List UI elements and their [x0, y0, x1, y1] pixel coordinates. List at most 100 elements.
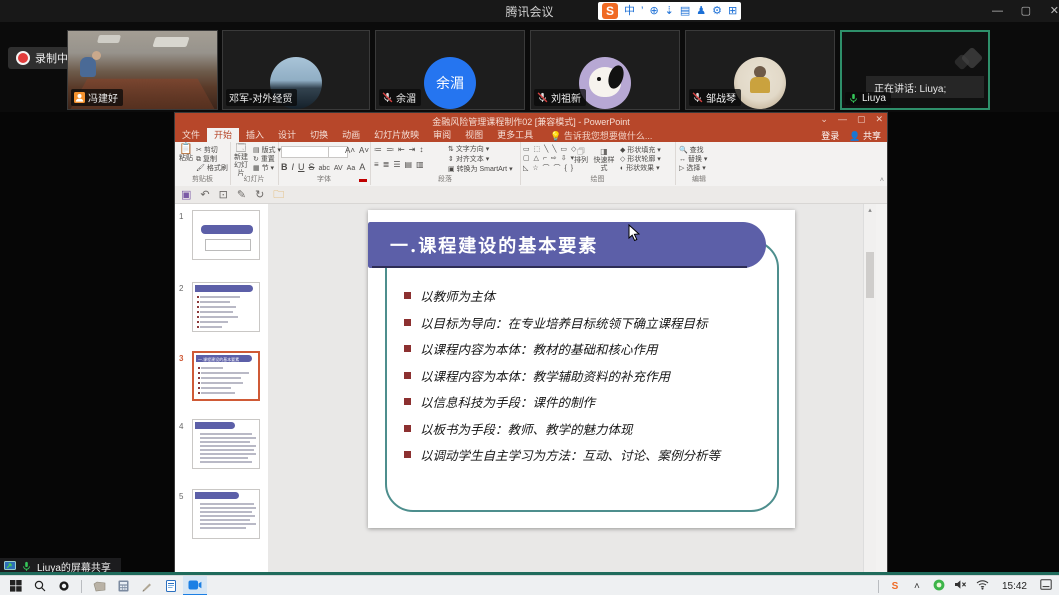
char-spacing-button[interactable]: AV: [334, 165, 343, 172]
slide-bullet-list[interactable]: 以教师为主体 以目标为导向：在专业培养目标统领下确立课程目标 以课程内容为本体：…: [404, 286, 774, 472]
shape-fill-button[interactable]: ◆ 形状填充 ▾: [620, 146, 661, 155]
ime-emoji-icon[interactable]: ⊕: [649, 2, 658, 20]
replace-button[interactable]: ↔ 替换 ▾: [679, 155, 707, 164]
align-text-button[interactable]: ⇕ 对齐文本 ▾: [448, 155, 489, 164]
start-button[interactable]: [4, 576, 28, 595]
layout-button[interactable]: ▤ 版式 ▾: [253, 146, 281, 155]
font-name-box[interactable]: [281, 146, 331, 158]
undo-icon[interactable]: ↶: [200, 186, 209, 204]
pen-icon[interactable]: ✎: [237, 186, 246, 204]
share-button[interactable]: 👤 共享: [849, 129, 881, 142]
meeting-close-button[interactable]: ✕: [1050, 0, 1059, 22]
find-button[interactable]: 🔍 查找: [679, 146, 704, 155]
bold-button[interactable]: B: [281, 162, 288, 172]
ppt-minimize-button[interactable]: —: [838, 114, 847, 125]
slide-thumbnail-2[interactable]: [192, 282, 260, 332]
strikethrough-button[interactable]: S: [309, 162, 315, 172]
ime-tools-icon[interactable]: ⚙: [712, 2, 722, 20]
slide-thumbnail-3-selected[interactable]: 一.课程建设的基本要素: [192, 351, 260, 401]
shape-outline-button[interactable]: ◇ 形状轮廓 ▾: [620, 155, 661, 164]
slide-title[interactable]: 一.课程建设的基本要素: [390, 232, 598, 258]
tab-file[interactable]: 文件: [175, 128, 207, 142]
tell-me-box[interactable]: 💡 告诉我您想要做什么...: [540, 129, 652, 142]
change-case-button[interactable]: Aa: [347, 165, 356, 172]
clear-format-button[interactable]: abc: [319, 165, 330, 172]
tab-insert[interactable]: 插入: [239, 128, 271, 142]
video-tile-5[interactable]: 邹战琴: [685, 30, 835, 110]
redo-icon[interactable]: ↻: [255, 186, 264, 204]
wifi-icon[interactable]: [972, 579, 994, 593]
video-tile-2[interactable]: 邓军-对外经贸: [222, 30, 370, 110]
ime-keyboard-icon[interactable]: ▤: [680, 2, 690, 20]
recording-indicator[interactable]: 录制中: [8, 47, 76, 69]
cut-button[interactable]: ✂ 剪切: [196, 146, 218, 155]
quick-styles-button[interactable]: ◨快速样式: [592, 148, 616, 173]
search-button[interactable]: [28, 576, 52, 595]
shapes-gallery[interactable]: ▭ ⬚ ╲ ╲ ▭ ◇: [523, 145, 577, 153]
app-calculator-button[interactable]: [111, 576, 135, 595]
meeting-maximize-button[interactable]: ▢: [1021, 0, 1031, 22]
volume-muted-icon[interactable]: [950, 579, 972, 593]
open-folder-icon[interactable]: 🗀: [273, 186, 284, 204]
sign-in-button[interactable]: 登录: [821, 129, 839, 142]
ime-punct-icon[interactable]: ’: [641, 2, 643, 20]
app-document-button[interactable]: [159, 576, 183, 595]
tab-home[interactable]: 开始: [207, 128, 239, 142]
tab-more-tools[interactable]: 更多工具: [490, 128, 540, 142]
align-buttons[interactable]: ≡≣☰▤▥: [374, 160, 424, 169]
taskbar-clock[interactable]: 15:42: [994, 581, 1035, 592]
tab-transitions[interactable]: 切换: [303, 128, 335, 142]
tab-slideshow[interactable]: 幻灯片放映: [367, 128, 426, 142]
ime-grid-icon[interactable]: ⊞: [728, 2, 737, 20]
underline-button[interactable]: U: [298, 162, 305, 172]
antivirus-tray-icon[interactable]: [928, 579, 950, 594]
app-tencent-meeting-button[interactable]: [183, 576, 207, 595]
section-button[interactable]: ▦ 节 ▾: [253, 164, 274, 173]
sogou-tray-icon[interactable]: S: [884, 581, 906, 592]
tab-review[interactable]: 审阅: [426, 128, 458, 142]
save-icon[interactable]: ▣: [181, 186, 191, 204]
task-view-button[interactable]: [52, 576, 76, 595]
editor-scrollbar[interactable]: ▴ ▾ ⇞ ⇟: [863, 204, 876, 595]
tab-view[interactable]: 视图: [458, 128, 490, 142]
meeting-minimize-button[interactable]: —: [992, 0, 1003, 22]
ime-toolbar[interactable]: S 中 ’ ⊕ ⇣ ▤ ♟ ⚙ ⊞: [598, 2, 741, 20]
ppt-ribbon-options-icon[interactable]: ⌄: [820, 114, 828, 125]
app-files-button[interactable]: [87, 576, 111, 595]
video-tile-4[interactable]: 刘祖新: [530, 30, 680, 110]
text-direction-button[interactable]: ⇅ 文字方向 ▾: [448, 145, 489, 154]
action-center-icon[interactable]: [1035, 579, 1057, 593]
slide-thumbnail-5[interactable]: [192, 489, 260, 539]
shape-effects-button[interactable]: ◐ 形状效果 ▾: [620, 164, 660, 173]
slide-canvas[interactable]: 一.课程建设的基本要素 以教师为主体 以目标为导向：在专业培养目标统领下确立课程…: [368, 210, 795, 528]
font-grow-shrink[interactable]: A˄A˅: [345, 146, 369, 155]
arrange-button[interactable]: 🗇排列: [572, 148, 590, 165]
hidden-icons-chevron[interactable]: ˄: [906, 581, 928, 592]
start-slideshow-icon[interactable]: ⊡: [219, 186, 228, 204]
format-painter-button[interactable]: 🖌 格式刷: [196, 164, 228, 173]
collapse-ribbon-icon[interactable]: ˄: [880, 177, 884, 184]
slide-thumbnail-1[interactable]: [192, 210, 260, 260]
smartart-button[interactable]: ▣ 转换为 SmartArt ▾: [448, 165, 513, 174]
video-tile-6-active-speaker[interactable]: 正在讲话: Liuya; Liuya: [840, 30, 990, 110]
app-pen-button[interactable]: [135, 576, 159, 595]
sogou-icon[interactable]: S: [602, 3, 618, 19]
slide-thumbnail-4[interactable]: [192, 419, 260, 469]
slide-title-banner[interactable]: 一.课程建设的基本要素: [368, 222, 766, 268]
ime-person-icon[interactable]: ♟: [696, 2, 706, 20]
video-tile-1[interactable]: 冯建好: [67, 30, 218, 110]
scroll-up-icon[interactable]: ▴: [864, 206, 876, 214]
scrollbar-thumb[interactable]: [866, 252, 874, 298]
select-button[interactable]: ▷ 选择 ▾: [679, 164, 706, 173]
italic-button[interactable]: I: [292, 162, 295, 172]
tab-animations[interactable]: 动画: [335, 128, 367, 142]
list-indent-buttons[interactable]: ≔≕⇤⇥↕: [374, 145, 423, 154]
copy-button[interactable]: ⧉ 复制: [196, 155, 217, 164]
tab-design[interactable]: 设计: [271, 128, 303, 142]
reset-button[interactable]: ↻ 重置: [253, 155, 275, 164]
ppt-close-button[interactable]: ✕: [875, 114, 883, 125]
ime-lang-icon[interactable]: 中: [624, 2, 635, 20]
video-tile-3[interactable]: 余湄 余湄: [375, 30, 525, 110]
ppt-maximize-button[interactable]: ▢: [857, 114, 866, 125]
ime-voice-icon[interactable]: ⇣: [665, 2, 674, 20]
